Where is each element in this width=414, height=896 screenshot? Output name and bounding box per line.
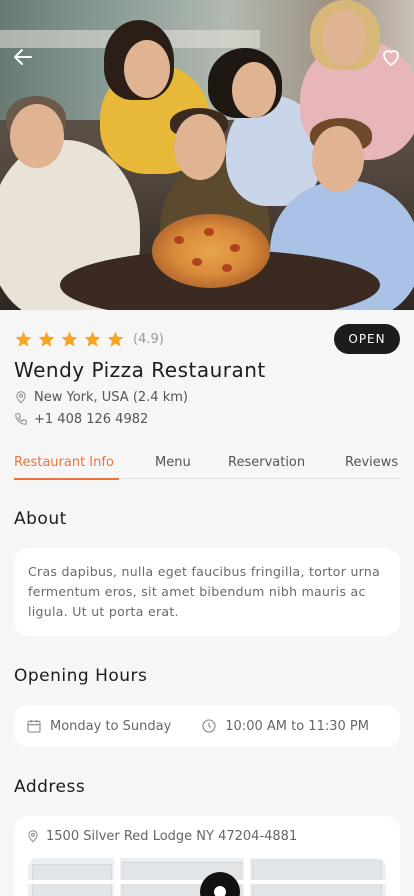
back-button[interactable] [10,44,36,70]
hours-days: Monday to Sunday [50,718,172,734]
phone-icon [15,413,27,425]
person-curly-face [232,62,276,118]
calendar-icon [27,720,41,733]
person-yellow-face [124,40,170,98]
about-heading: About [14,509,67,529]
tab-reservation[interactable]: Reservation [228,455,305,479]
phone-text: +1 408 126 4982 [34,411,149,427]
star-icon [38,331,55,347]
star-icon [15,331,32,347]
location-text: New York, USA (2.4 km) [34,389,188,405]
address-text: 1500 Silver Red Lodge NY 47204-4881 [46,828,298,844]
location-pin-icon [28,830,38,843]
active-tab-indicator [14,478,119,480]
star-icon [107,331,124,347]
favorite-button[interactable] [378,44,404,70]
arrow-left-icon [14,49,32,65]
about-card: Cras dapibus, nulla eget faucibus fringi… [14,548,400,636]
person-right-face [312,126,364,192]
opening-hours-heading: Opening Hours [14,666,148,686]
tab-menu[interactable]: Menu [155,455,191,479]
address-map[interactable] [28,858,386,896]
clock-icon [202,719,216,733]
hours-card: Monday to Sunday 10:00 AM to 11:30 PM [14,705,400,747]
address-card: 1500 Silver Red Lodge NY 47204-4881 [14,816,400,896]
tab-reviews[interactable]: Reviews [345,455,398,479]
location-row: New York, USA (2.4 km) [14,389,188,405]
rating: (4.9) [14,330,164,349]
hours-time: 10:00 AM to 11:30 PM [225,718,369,734]
tab-restaurant-info[interactable]: Restaurant Info [14,455,114,479]
tab-bar: Restaurant Info Menu Reservation Reviews [14,455,400,480]
person-center-face [174,114,226,180]
person-blonde-face [322,10,366,66]
status-badge: OPEN [334,324,400,354]
person-left-face [10,104,64,168]
heart-icon [383,50,399,66]
address-heading: Address [14,777,86,797]
phone-row[interactable]: +1 408 126 4982 [14,411,148,427]
star-icon [84,331,101,347]
rating-value: (4.9) [133,332,164,347]
about-text: Cras dapibus, nulla eget faucibus fringi… [28,564,381,619]
restaurant-name: Wendy Pizza Restaurant [14,358,266,382]
star-icon [61,331,78,347]
location-pin-icon [16,391,26,404]
pizza [152,214,270,288]
hero-photo [0,0,414,310]
